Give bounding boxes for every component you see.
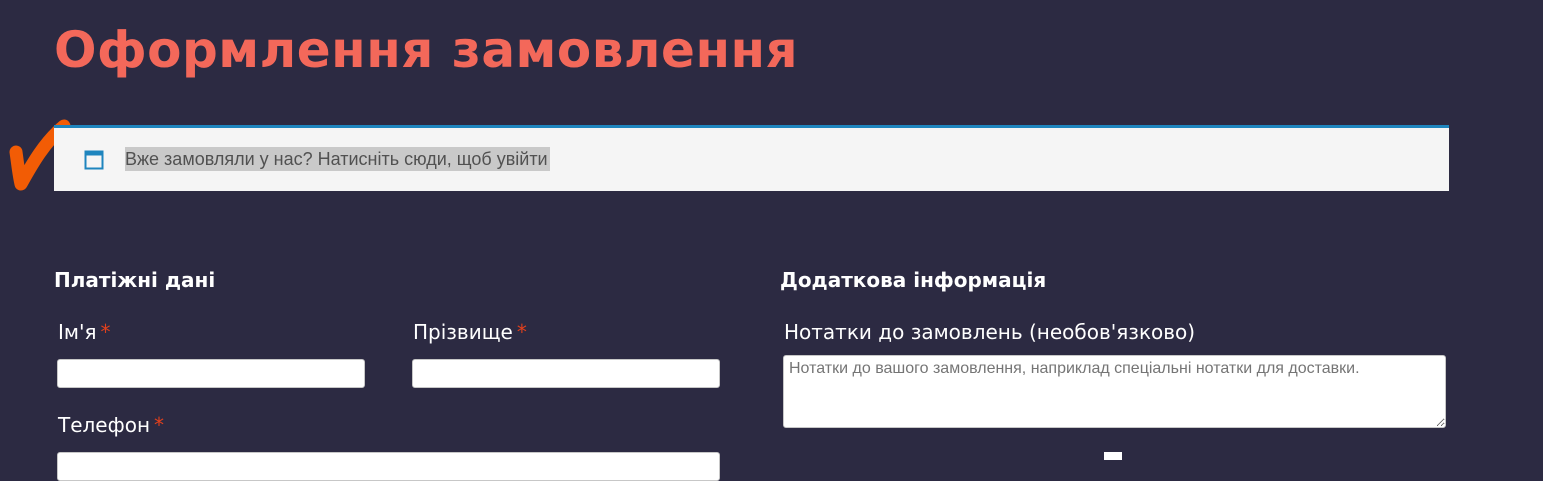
login-notice: Вже замовляли у нас? Натисніть сюди, щоб… bbox=[54, 125, 1449, 191]
login-link[interactable]: Вже замовляли у нас? Натисніть сюди, щоб… bbox=[125, 147, 550, 171]
first-name-input[interactable] bbox=[57, 359, 365, 388]
first-name-label: Ім'я * bbox=[58, 319, 111, 345]
last-name-label-text: Прізвище bbox=[413, 320, 513, 344]
last-name-input[interactable] bbox=[412, 359, 720, 388]
phone-label: Телефон * bbox=[58, 412, 164, 438]
window-icon bbox=[84, 150, 104, 170]
phone-input[interactable] bbox=[57, 452, 720, 481]
page-title: Оформлення замовлення bbox=[54, 21, 799, 79]
first-name-label-text: Ім'я bbox=[58, 320, 97, 344]
phone-label-text: Телефон bbox=[58, 413, 151, 437]
required-mark: * bbox=[516, 320, 527, 344]
order-notes-label: Нотатки до замовлень (необов'язково) bbox=[784, 320, 1196, 344]
additional-info-heading: Додаткова інформація bbox=[780, 268, 1047, 292]
required-mark: * bbox=[154, 413, 165, 437]
billing-heading: Платіжні дані bbox=[54, 268, 216, 292]
order-notes-textarea[interactable] bbox=[783, 355, 1446, 428]
last-name-label: Прізвище * bbox=[413, 319, 527, 345]
required-mark: * bbox=[100, 320, 111, 344]
cropped-content bbox=[1104, 452, 1122, 460]
